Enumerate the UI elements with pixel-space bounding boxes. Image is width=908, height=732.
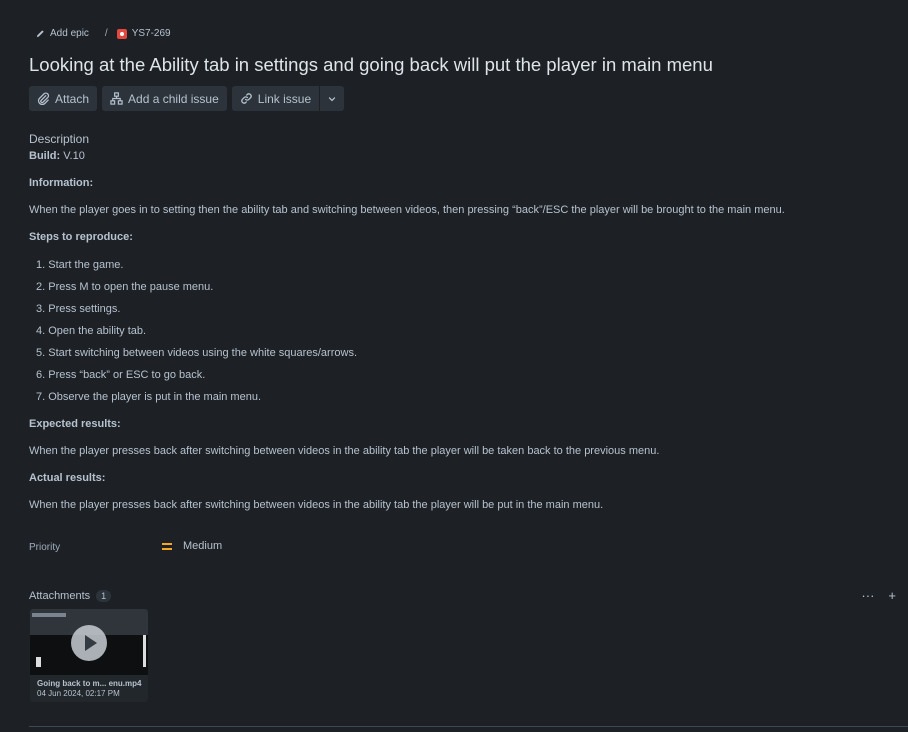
- priority-medium-icon: [162, 542, 172, 550]
- hierarchy-icon: [110, 92, 123, 105]
- list-item: 2. Press M to open the pause menu.: [36, 281, 214, 293]
- issue-title[interactable]: Looking at the Ability tab in settings a…: [29, 54, 713, 76]
- issue-key: YS7-269: [131, 28, 171, 39]
- attachments-actions: ··· +: [861, 588, 896, 603]
- list-item: 5. Start switching between videos using …: [36, 347, 357, 359]
- play-icon[interactable]: [71, 625, 107, 661]
- video-thumbnail: [30, 609, 148, 675]
- add-child-issue-button[interactable]: Add a child issue: [102, 86, 227, 111]
- information-heading: Information:: [29, 177, 94, 189]
- expected-heading: Expected results:: [29, 418, 121, 430]
- steps-heading: Steps to reproduce:: [29, 231, 133, 243]
- link-issue-dropdown-button[interactable]: [320, 86, 345, 111]
- issue-page: Add epic / YS7-269 Looking at the Abilit…: [0, 0, 908, 732]
- attachment-card[interactable]: Going back to m... enu.mp4 04 Jun 2024, …: [30, 609, 148, 702]
- build-label: Build:: [29, 150, 61, 162]
- information-text: When the player goes in to setting then …: [29, 204, 785, 216]
- list-item: 7. Observe the player is put in the main…: [36, 391, 262, 403]
- attachments-header: Attachments 1: [29, 590, 112, 602]
- divider: [29, 726, 908, 727]
- priority-label: Priority: [29, 542, 61, 553]
- link-issue-button[interactable]: Link issue: [231, 86, 320, 111]
- attachment-date: 04 Jun 2024, 02:17 PM: [37, 689, 120, 698]
- description-heading: Description: [29, 132, 90, 146]
- attachment-name: Going back to m... enu.mp4: [37, 679, 142, 688]
- breadcrumb: Add epic / YS7-269: [36, 28, 171, 39]
- build-value: V.10: [63, 150, 85, 162]
- attachments-count-badge: 1: [96, 590, 112, 602]
- more-options-icon[interactable]: ···: [861, 588, 874, 603]
- add-epic-link[interactable]: Add epic: [36, 28, 89, 39]
- list-item: 6. Press “back” or ESC to go back.: [36, 369, 206, 381]
- add-epic-label: Add epic: [50, 28, 89, 39]
- list-item: 1. Start the game.: [36, 259, 124, 271]
- link-issue-label: Link issue: [257, 91, 312, 106]
- add-attachment-icon[interactable]: +: [888, 588, 896, 603]
- attach-button[interactable]: Attach: [29, 86, 98, 111]
- chevron-down-icon: [328, 96, 336, 101]
- issue-toolbar: Attach Add a child issue Link issue: [29, 86, 345, 111]
- priority-value-text: Medium: [183, 540, 223, 552]
- breadcrumb-separator: /: [104, 28, 108, 39]
- link-issue-group: Link issue: [231, 86, 345, 111]
- steps-list: 1. Start the game. 2. Press M to open th…: [36, 259, 357, 413]
- bug-icon: [116, 28, 127, 39]
- actual-heading: Actual results:: [29, 472, 106, 484]
- attachments-heading: Attachments: [29, 590, 91, 602]
- actual-text: When the player presses back after switc…: [29, 499, 604, 511]
- list-item: 3. Press settings.: [36, 303, 121, 315]
- expected-text: When the player presses back after switc…: [29, 445, 660, 457]
- priority-value[interactable]: Medium: [162, 540, 222, 552]
- paperclip-icon: [37, 92, 50, 105]
- pencil-icon: [36, 30, 44, 38]
- issue-key-link[interactable]: YS7-269: [116, 28, 171, 39]
- list-item: 4. Open the ability tab.: [36, 325, 147, 337]
- attach-label: Attach: [55, 91, 90, 106]
- build-line: Build: V.10: [29, 150, 85, 162]
- link-icon: [241, 93, 252, 104]
- add-child-label: Add a child issue: [128, 91, 219, 106]
